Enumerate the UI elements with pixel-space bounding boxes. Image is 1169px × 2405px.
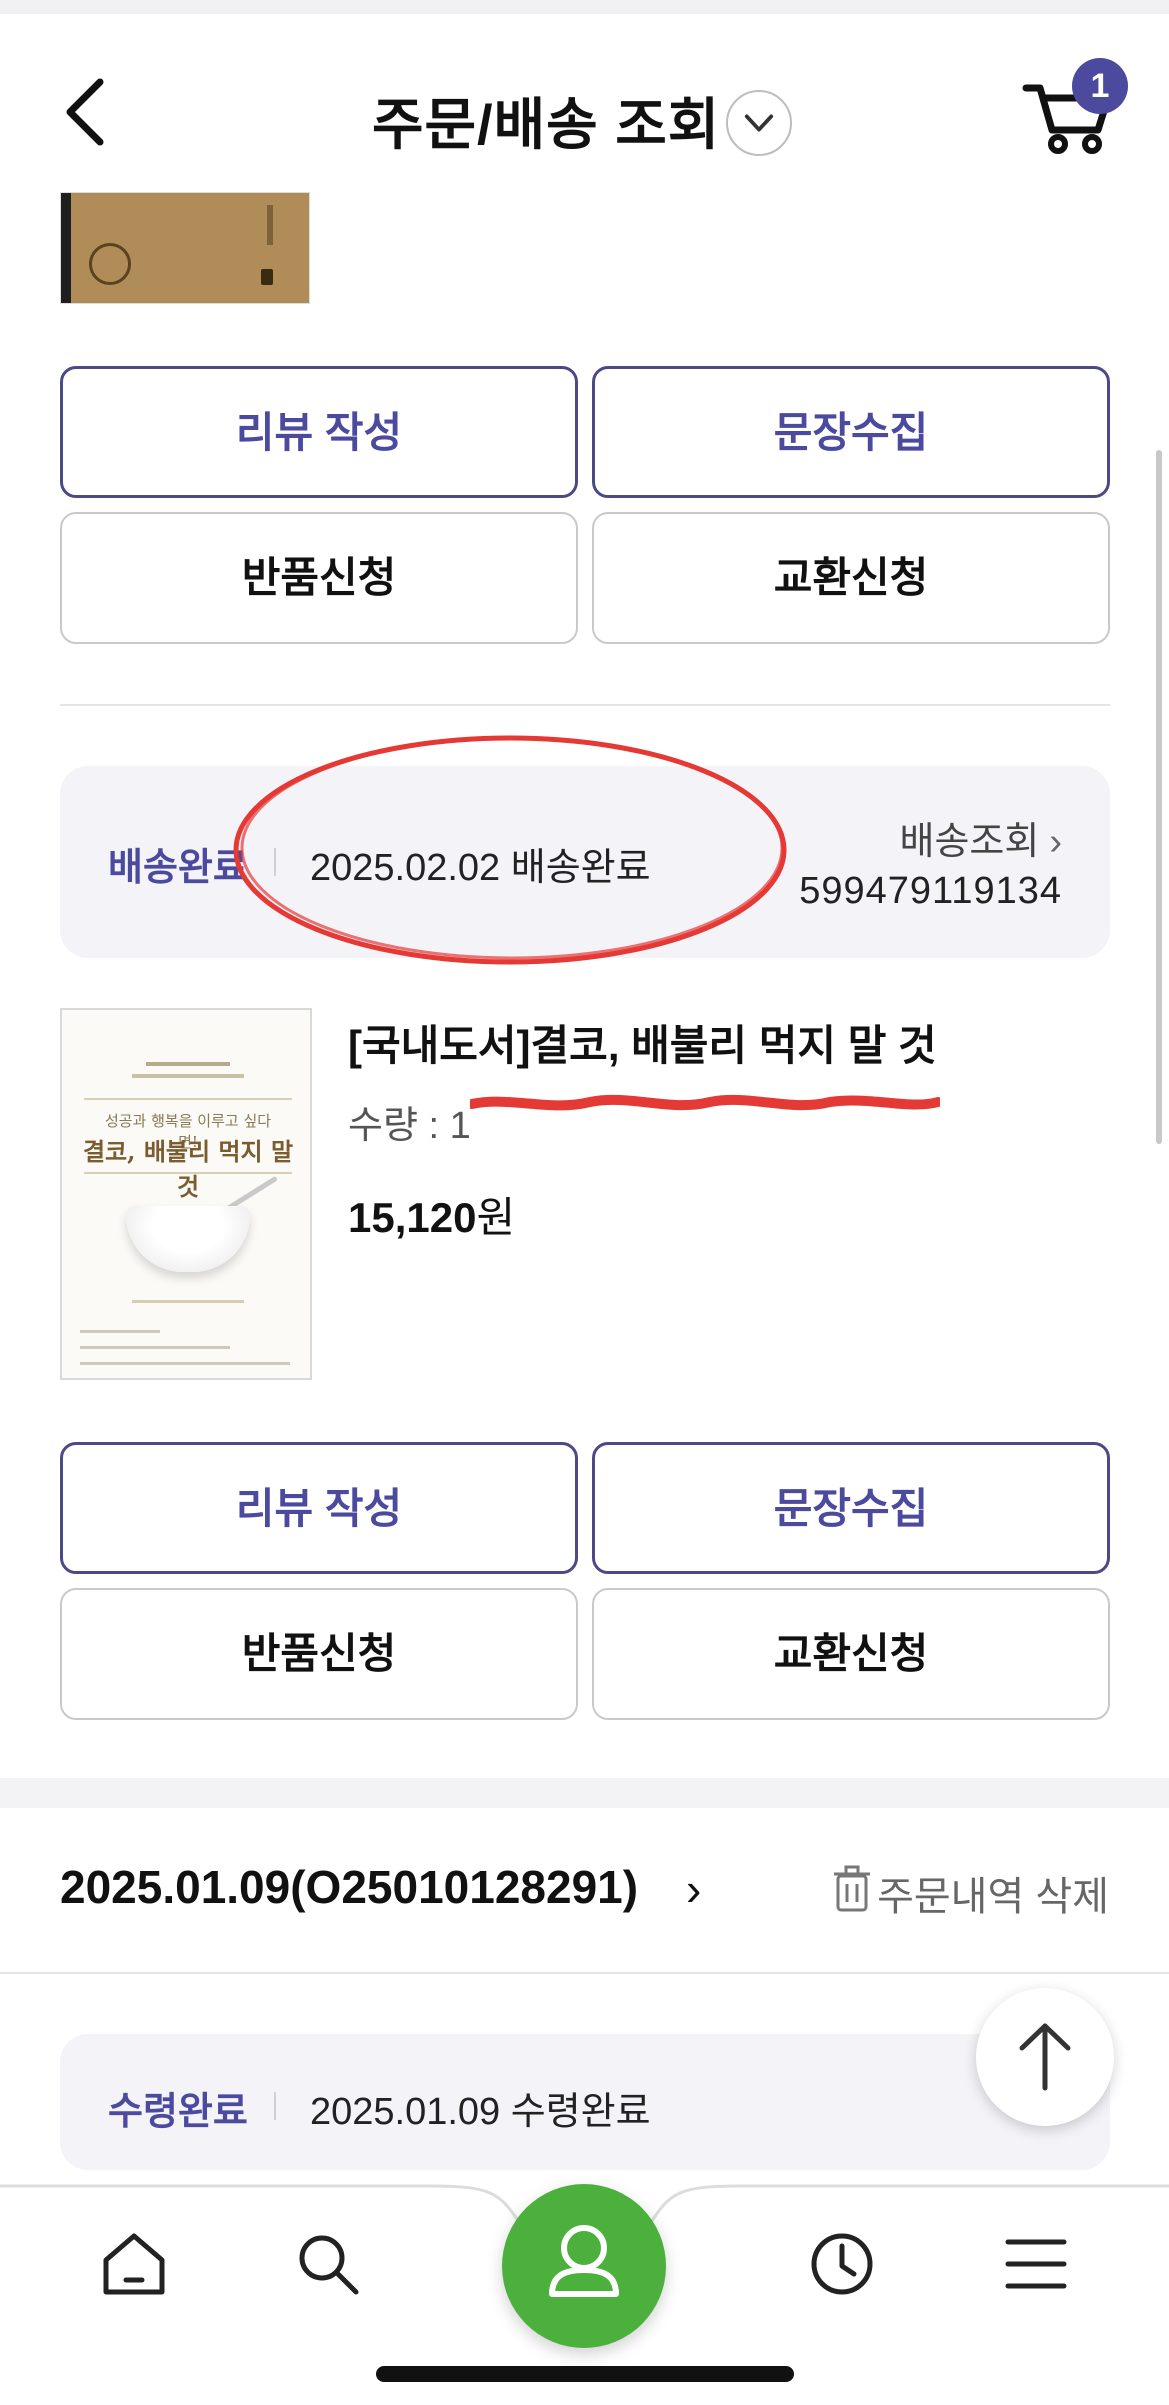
home-indicator	[376, 2366, 794, 2382]
price-currency: 원	[476, 1194, 516, 1241]
cover-text-line	[80, 1362, 290, 1365]
product-thumbnail[interactable]	[60, 192, 310, 304]
price-value: 15,120	[348, 1194, 477, 1241]
status-strip	[0, 0, 1169, 14]
product-price: 15,120원	[348, 1184, 515, 1245]
cover-ornament	[146, 1062, 230, 1066]
cover-text-line	[80, 1346, 230, 1349]
divider	[60, 704, 1110, 706]
chevron-right-icon[interactable]: ›	[686, 1862, 701, 1916]
collect-sentence-button[interactable]: 문장수집	[592, 366, 1110, 498]
cover-ornament	[132, 1074, 244, 1078]
search-icon[interactable]	[292, 2228, 364, 2300]
book-cover[interactable]: 성공과 행복을 이루고 싶다면! 결코, 배불리 먹지 말 것	[60, 1008, 312, 1380]
title-dropdown-button[interactable]	[726, 90, 792, 156]
section-gap	[0, 1778, 1169, 1808]
exchange-request-button[interactable]: 교환신청	[592, 1588, 1110, 1720]
trash-icon[interactable]	[832, 1864, 872, 1914]
scroll-to-top-button[interactable]	[976, 1988, 1114, 2126]
receipt-status-box: 수령완료 2025.01.09 수령완료	[60, 2034, 1110, 2170]
return-request-button[interactable]: 반품신청	[60, 1588, 578, 1720]
bowl-image	[126, 1206, 250, 1272]
tracking-number: 599479119134	[799, 870, 1062, 912]
menu-icon[interactable]	[1000, 2228, 1072, 2300]
back-icon[interactable]	[58, 72, 118, 152]
cover-rule	[84, 1098, 292, 1100]
return-request-button[interactable]: 반품신청	[60, 512, 578, 644]
book-spine	[61, 193, 71, 303]
cover-text-line	[80, 1330, 160, 1333]
tracking-link[interactable]: 배송조회 ›	[900, 810, 1063, 865]
scrollbar[interactable]	[1156, 450, 1162, 1144]
product-title[interactable]: [국내도서]결코, 배불리 먹지 말 것	[348, 1012, 937, 1073]
status-separator	[274, 848, 276, 876]
order-date-number[interactable]: 2025.01.09(O25010128291)	[60, 1860, 638, 1914]
delivery-date-text: 2025.02.02 배송완료	[310, 847, 651, 889]
delete-order-button[interactable]: 주문내역 삭제	[877, 1864, 1109, 1922]
page-title: 주문/배송 조회	[372, 93, 721, 156]
collect-sentence-button[interactable]: 문장수집	[592, 1442, 1110, 1574]
chevron-down-icon	[744, 114, 774, 132]
tracking-link-label: 배송조회	[899, 821, 1040, 863]
status-badge: 배송완료	[108, 847, 248, 889]
divider	[0, 1972, 1169, 1974]
book-vertical-title	[267, 205, 273, 245]
header: 주문/배송 조회 1	[0, 14, 1169, 194]
cart-count-badge: 1	[1072, 58, 1128, 114]
clock-icon[interactable]	[806, 2228, 878, 2300]
home-icon[interactable]	[98, 2228, 170, 2300]
book-mark	[261, 269, 273, 285]
user-icon	[549, 2225, 619, 2297]
red-redaction-scribble	[470, 1094, 940, 1111]
review-button[interactable]: 리뷰 작성	[60, 366, 578, 498]
arrow-up-icon	[1019, 2023, 1071, 2091]
delivery-status-box: 배송완료 2025.02.02 배송완료 배송조회 › 599479119134	[60, 766, 1110, 958]
my-page-button[interactable]	[502, 2184, 666, 2348]
book-seal	[89, 243, 131, 285]
product-quantity: 수량 : 1	[348, 1105, 471, 1147]
status-badge: 수령완료	[108, 2091, 248, 2133]
receipt-date-text: 2025.01.09 수령완료	[310, 2091, 651, 2133]
cover-text-line	[132, 1300, 244, 1303]
cover-rule	[84, 1172, 292, 1174]
exchange-request-button[interactable]: 교환신청	[592, 512, 1110, 644]
status-separator	[274, 2092, 276, 2120]
cover-title: 결코, 배불리 먹지 말 것	[82, 1137, 294, 1201]
chevron-right-icon: ›	[1049, 821, 1062, 863]
review-button[interactable]: 리뷰 작성	[60, 1442, 578, 1574]
